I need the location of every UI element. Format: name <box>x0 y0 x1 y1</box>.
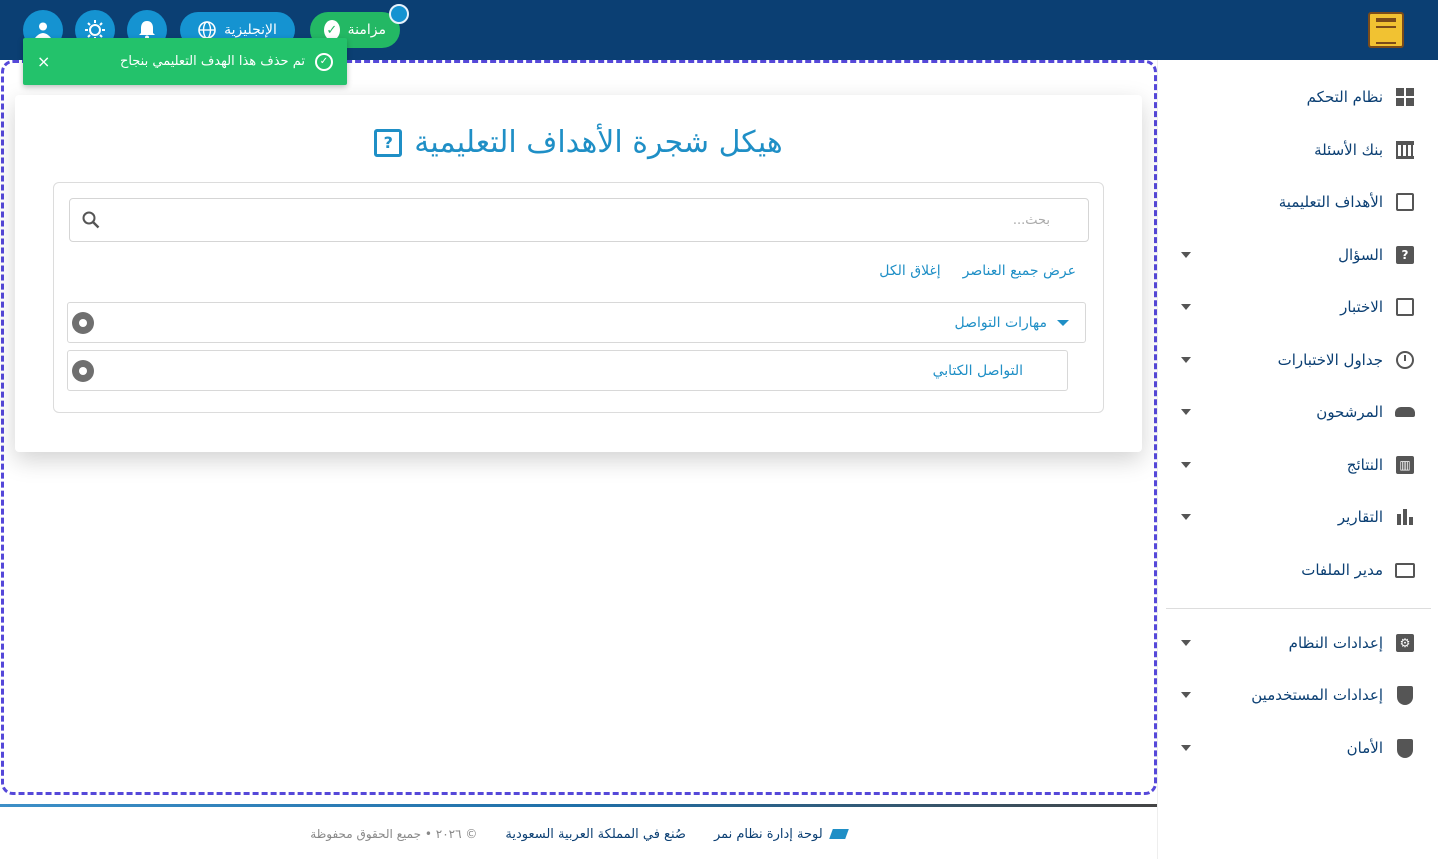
objectives-icon <box>1395 192 1415 212</box>
sidebar-item-results[interactable]: ▥ النتائج <box>1158 445 1438 485</box>
sidebar-item-label: إعدادات النظام <box>1288 634 1383 652</box>
user-shield-icon <box>1395 685 1415 705</box>
tree-container: عرض جميع العناصر إغلاق الكل مهارات التوا… <box>53 182 1104 413</box>
toast-message: تم حذف هذا الهدف التعليمي بنجاح <box>119 54 305 69</box>
question-icon: ? <box>1395 245 1415 265</box>
sidebar-divider <box>1166 608 1431 609</box>
sidebar-item-label: مدير الملفات <box>1301 561 1383 579</box>
sidebar-item-label: النتائج <box>1346 456 1383 474</box>
sync-status-dot <box>389 4 409 24</box>
toast-check-icon: ✓ <box>315 52 333 71</box>
sidebar-item-label: المرشحون <box>1316 403 1383 421</box>
app-logo[interactable] <box>1368 12 1404 48</box>
sidebar-item-security[interactable]: الأمان <box>1158 728 1438 768</box>
language-label: الإنجليزية <box>224 22 277 38</box>
footer-divider <box>0 804 1157 807</box>
tree-node-label: التواصل الكتابي <box>932 362 1023 379</box>
chevron-down-icon[interactable] <box>1181 462 1191 468</box>
sidebar-item-candidates[interactable]: المرشحون <box>1158 392 1438 432</box>
chevron-down-icon[interactable] <box>1181 640 1191 646</box>
objectives-tree-card: هيكل شجرة الأهداف التعليمية ? عرض جميع ا… <box>15 95 1142 452</box>
search-icon[interactable] <box>82 211 100 229</box>
chevron-down-icon[interactable] <box>1181 745 1191 751</box>
exam-icon <box>1395 297 1415 317</box>
footer-brand: لوحة إدارة نظام نمر <box>713 826 849 842</box>
shield-icon <box>1395 738 1415 758</box>
sidebar-item-question-bank[interactable]: بنك الأسئلة <box>1158 130 1438 170</box>
search-input[interactable] <box>100 212 1076 228</box>
user-account-icon <box>35 22 51 38</box>
sidebar-item-label: الاختبار <box>1340 298 1383 316</box>
page-title-row: هيكل شجرة الأهداف التعليمية ? <box>15 125 1142 160</box>
sidebar-item-label: نظام التحكم <box>1306 88 1383 106</box>
check-circle-icon: ✓ <box>324 20 340 40</box>
folder-icon <box>1395 560 1415 580</box>
show-all-link[interactable]: عرض جميع العناصر <box>963 263 1076 279</box>
sidebar-item-user-settings[interactable]: إعدادات المستخدمين <box>1158 675 1438 715</box>
chevron-down-icon[interactable] <box>1181 252 1191 258</box>
page-title: هيكل شجرة الأهداف التعليمية <box>414 125 783 160</box>
toast-close-button[interactable]: × <box>37 52 61 71</box>
tree-node[interactable]: التواصل الكتابي <box>67 350 1068 391</box>
sidebar-item-label: التقارير <box>1337 508 1383 526</box>
settings-icon: ⚙ <box>1395 633 1415 653</box>
footer-copyright: © ٢٠٢٦ • جميع الحقوق محفوظة <box>310 827 478 841</box>
bar-chart-icon <box>1395 507 1415 527</box>
footer: لوحة إدارة نظام نمر صُنع في المملكة العر… <box>0 820 1157 848</box>
objectives-icon: ? <box>374 128 403 157</box>
sidebar-item-exam[interactable]: الاختبار <box>1158 287 1438 327</box>
notification-bell-icon <box>139 21 155 40</box>
tree-node[interactable]: مهارات التواصل <box>67 302 1086 343</box>
search-box <box>69 198 1089 242</box>
sidebar-item-reports[interactable]: التقارير <box>1158 497 1438 537</box>
sidebar-item-label: بنك الأسئلة <box>1314 141 1383 159</box>
footer-brand-text: لوحة إدارة نظام نمر <box>713 826 823 842</box>
sidebar: نظام التحكم بنك الأسئلة الأهداف التعليمي… <box>1157 60 1438 859</box>
gear-icon[interactable] <box>72 359 94 382</box>
close-all-link[interactable]: إغلاق الكل <box>879 263 940 279</box>
success-toast: × تم حذف هذا الهدف التعليمي بنجاح ✓ <box>23 38 347 85</box>
graduation-cap-icon <box>828 829 849 839</box>
sidebar-item-label: إعدادات المستخدمين <box>1251 686 1383 704</box>
footer-made-in: صُنع في المملكة العربية السعودية <box>505 826 686 842</box>
tree-actions: عرض جميع العناصر إغلاق الكل <box>879 263 1076 279</box>
sidebar-item-label: الأهداف التعليمية <box>1278 193 1383 211</box>
tree-node-label-row: التواصل الكتابي <box>94 363 1063 379</box>
tree-node-label: مهارات التواصل <box>954 314 1048 331</box>
chevron-down-icon[interactable] <box>1181 514 1191 520</box>
sync-label: مزامنة <box>347 22 386 38</box>
chevron-down-icon[interactable] <box>1181 357 1191 363</box>
sidebar-item-dashboard[interactable]: نظام التحكم <box>1158 77 1438 117</box>
sidebar-item-label: السؤال <box>1338 246 1383 264</box>
globe-icon <box>198 21 216 39</box>
chevron-down-icon[interactable] <box>1181 692 1191 698</box>
clock-icon <box>1395 350 1415 370</box>
people-icon <box>1395 402 1415 422</box>
dashboard-icon <box>1395 87 1415 107</box>
sidebar-item-label: جداول الاختبارات <box>1277 351 1383 369</box>
sidebar-item-system-settings[interactable]: ⚙ إعدادات النظام <box>1158 623 1438 663</box>
sidebar-item-file-manager[interactable]: مدير الملفات <box>1158 550 1438 590</box>
bank-icon <box>1395 140 1415 160</box>
chevron-down-icon[interactable] <box>1181 304 1191 310</box>
chevron-down-icon[interactable] <box>1057 319 1069 326</box>
results-chart-icon: ▥ <box>1395 455 1415 475</box>
sidebar-item-exam-schedules[interactable]: جداول الاختبارات <box>1158 340 1438 380</box>
sidebar-item-objectives[interactable]: الأهداف التعليمية <box>1158 182 1438 222</box>
tree-node-label-row: مهارات التواصل <box>94 315 1081 331</box>
chevron-down-icon[interactable] <box>1181 409 1191 415</box>
sidebar-item-label: الأمان <box>1346 739 1383 757</box>
sidebar-item-question[interactable]: ? السؤال <box>1158 235 1438 275</box>
gear-icon[interactable] <box>72 311 94 334</box>
